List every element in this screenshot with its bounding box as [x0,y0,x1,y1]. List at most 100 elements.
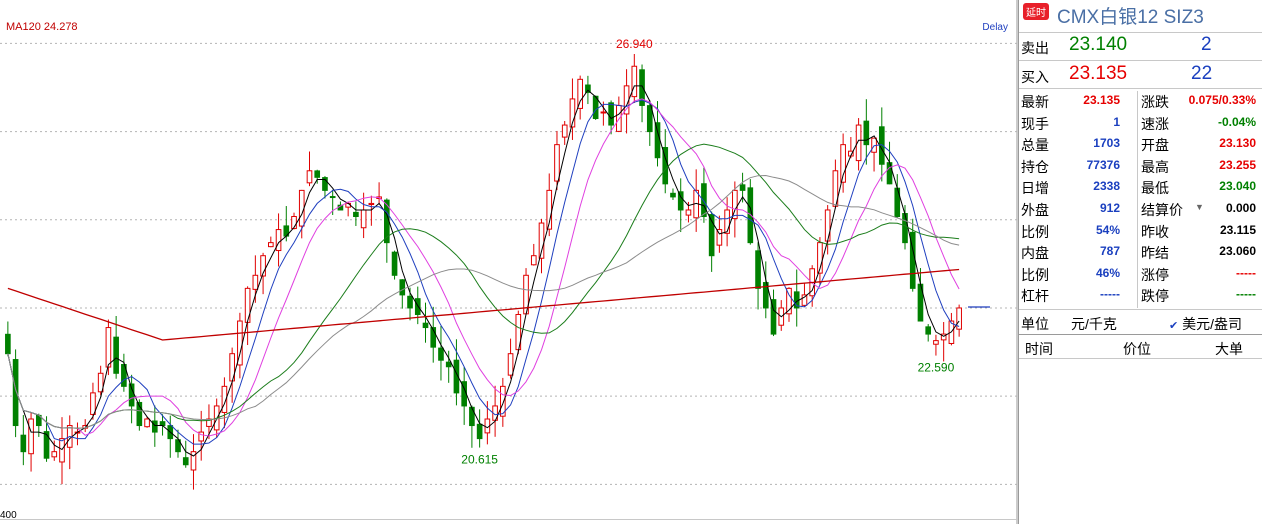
trades-header-time: 时间 [1025,341,1053,357]
candle-body [701,183,707,218]
candle-body [677,191,684,211]
candle-body [670,192,676,198]
candle-body [399,279,406,296]
stat-value: 23.255 [1219,157,1256,172]
stat-label: 开盘 [1141,137,1169,154]
candle-body [275,229,282,252]
stat-value: 0.075/0.33% [1188,93,1256,107]
stat-label: 跌停 [1141,288,1169,305]
candle-body [28,418,34,455]
candle-body [469,406,475,427]
candle-body [724,209,730,234]
candle-body [445,361,452,368]
candle-body [824,209,831,242]
unit-value[interactable]: 元/千克 [1071,314,1117,334]
stat-label: 比例 [1021,266,1049,283]
sell-label: 卖出 [1021,40,1049,56]
candle-body [144,418,150,428]
candle-body [438,347,444,361]
buy-price: 23.135 [1069,63,1128,84]
stat-value: ----- [1236,287,1256,302]
candle-body [600,111,607,114]
buy-label: 买入 [1021,69,1049,85]
stat-value: 23.060 [1219,244,1256,259]
sell-price: 23.140 [1069,34,1128,55]
candle-body [353,211,359,218]
dropdown-arrow-icon[interactable]: ▼ [1195,202,1204,212]
unit-label: 单位 [1021,316,1049,332]
ma-line-ma90 [7,174,960,429]
buy-qty: 22 [1191,63,1213,84]
stat-value: 1703 [1093,136,1120,151]
sell-qty: 2 [1201,34,1212,55]
candle-body [623,85,630,115]
stat-label[interactable]: 结算价 [1141,200,1183,220]
candle-body [306,170,313,184]
stat-value: ----- [1236,265,1256,280]
candle-body [933,340,939,345]
candle-body [755,250,761,289]
trades-header-price: 价位 [1123,341,1151,357]
stat-value: 1 [1113,114,1120,129]
ma-line-ma5 [7,85,960,457]
stat-value: 787 [1099,244,1120,259]
candle-body [151,420,158,433]
candle-body [252,274,259,290]
kline-chart[interactable]: MA120 24.278 Delay 400 26.940 20.615 22.590 [0,0,1018,524]
stat-value: 912 [1099,201,1120,215]
candle-body [646,105,653,133]
candle-body [182,457,189,466]
kline-svg[interactable]: MA120 24.278 Delay 400 26.940 20.615 22.590 [0,0,1018,524]
stat-label: 最高 [1141,158,1169,175]
currency-option-label: 美元/盎司 [1182,316,1242,332]
candle-body [577,78,583,109]
stat-value: 23.130 [1219,136,1256,151]
candle-body [368,202,375,206]
stat-value: 77376 [1086,157,1120,172]
candle-body [608,102,614,126]
stat-value: 23.115 [1219,222,1256,237]
candle-body [244,287,251,323]
candle-body [391,251,398,276]
candle-body [654,122,661,159]
candle-body [298,189,305,227]
candle-body [90,392,96,415]
candle-body [886,162,893,185]
stat-value: 2338 [1093,179,1120,194]
candle-body [863,120,870,146]
candle-body [159,421,166,427]
stat-value: 0.000 [1225,201,1256,215]
candle-body [530,255,537,266]
candle-body [801,294,808,306]
instrument-title: CMX白银12 SIZ3 [1057,7,1204,28]
quote-panel: 延时 CMX白银12 SIZ3 卖出 23.140 2 买入 23.135 22… [1018,0,1262,524]
low-annotation: 22.590 [918,361,955,375]
candle-body [20,434,27,453]
candle-body [422,322,429,329]
currency-option[interactable]: ✔ 美元/盎司 [1169,314,1242,334]
check-icon: ✔ [1169,320,1179,332]
stat-value: 54% [1095,222,1120,237]
candle-body [631,65,638,98]
candle-body [105,327,112,368]
candle-body [739,184,746,191]
stat-label: 涨跌 [1141,94,1169,110]
candle-body [902,213,908,244]
ma-line-ma20 [7,98,960,437]
candle-body [267,242,274,248]
ma-line-ma10 [7,99,960,445]
stat-label: 杠杆 [1021,288,1049,305]
low-annotation: 20.615 [461,453,498,467]
stat-label: 日增 [1021,180,1049,197]
candle-body [685,209,692,216]
delay-label: Delay [982,22,1008,33]
stat-label: 外盘 [1021,202,1049,218]
candle-body [507,353,514,376]
stat-label: 最低 [1141,180,1169,197]
candle-body [925,326,932,335]
candle-body [314,170,321,178]
delay-badge: 延时 [1023,3,1049,20]
candle-body [561,124,568,138]
stat-label: 总量 [1021,137,1049,154]
candle-body [476,423,483,440]
